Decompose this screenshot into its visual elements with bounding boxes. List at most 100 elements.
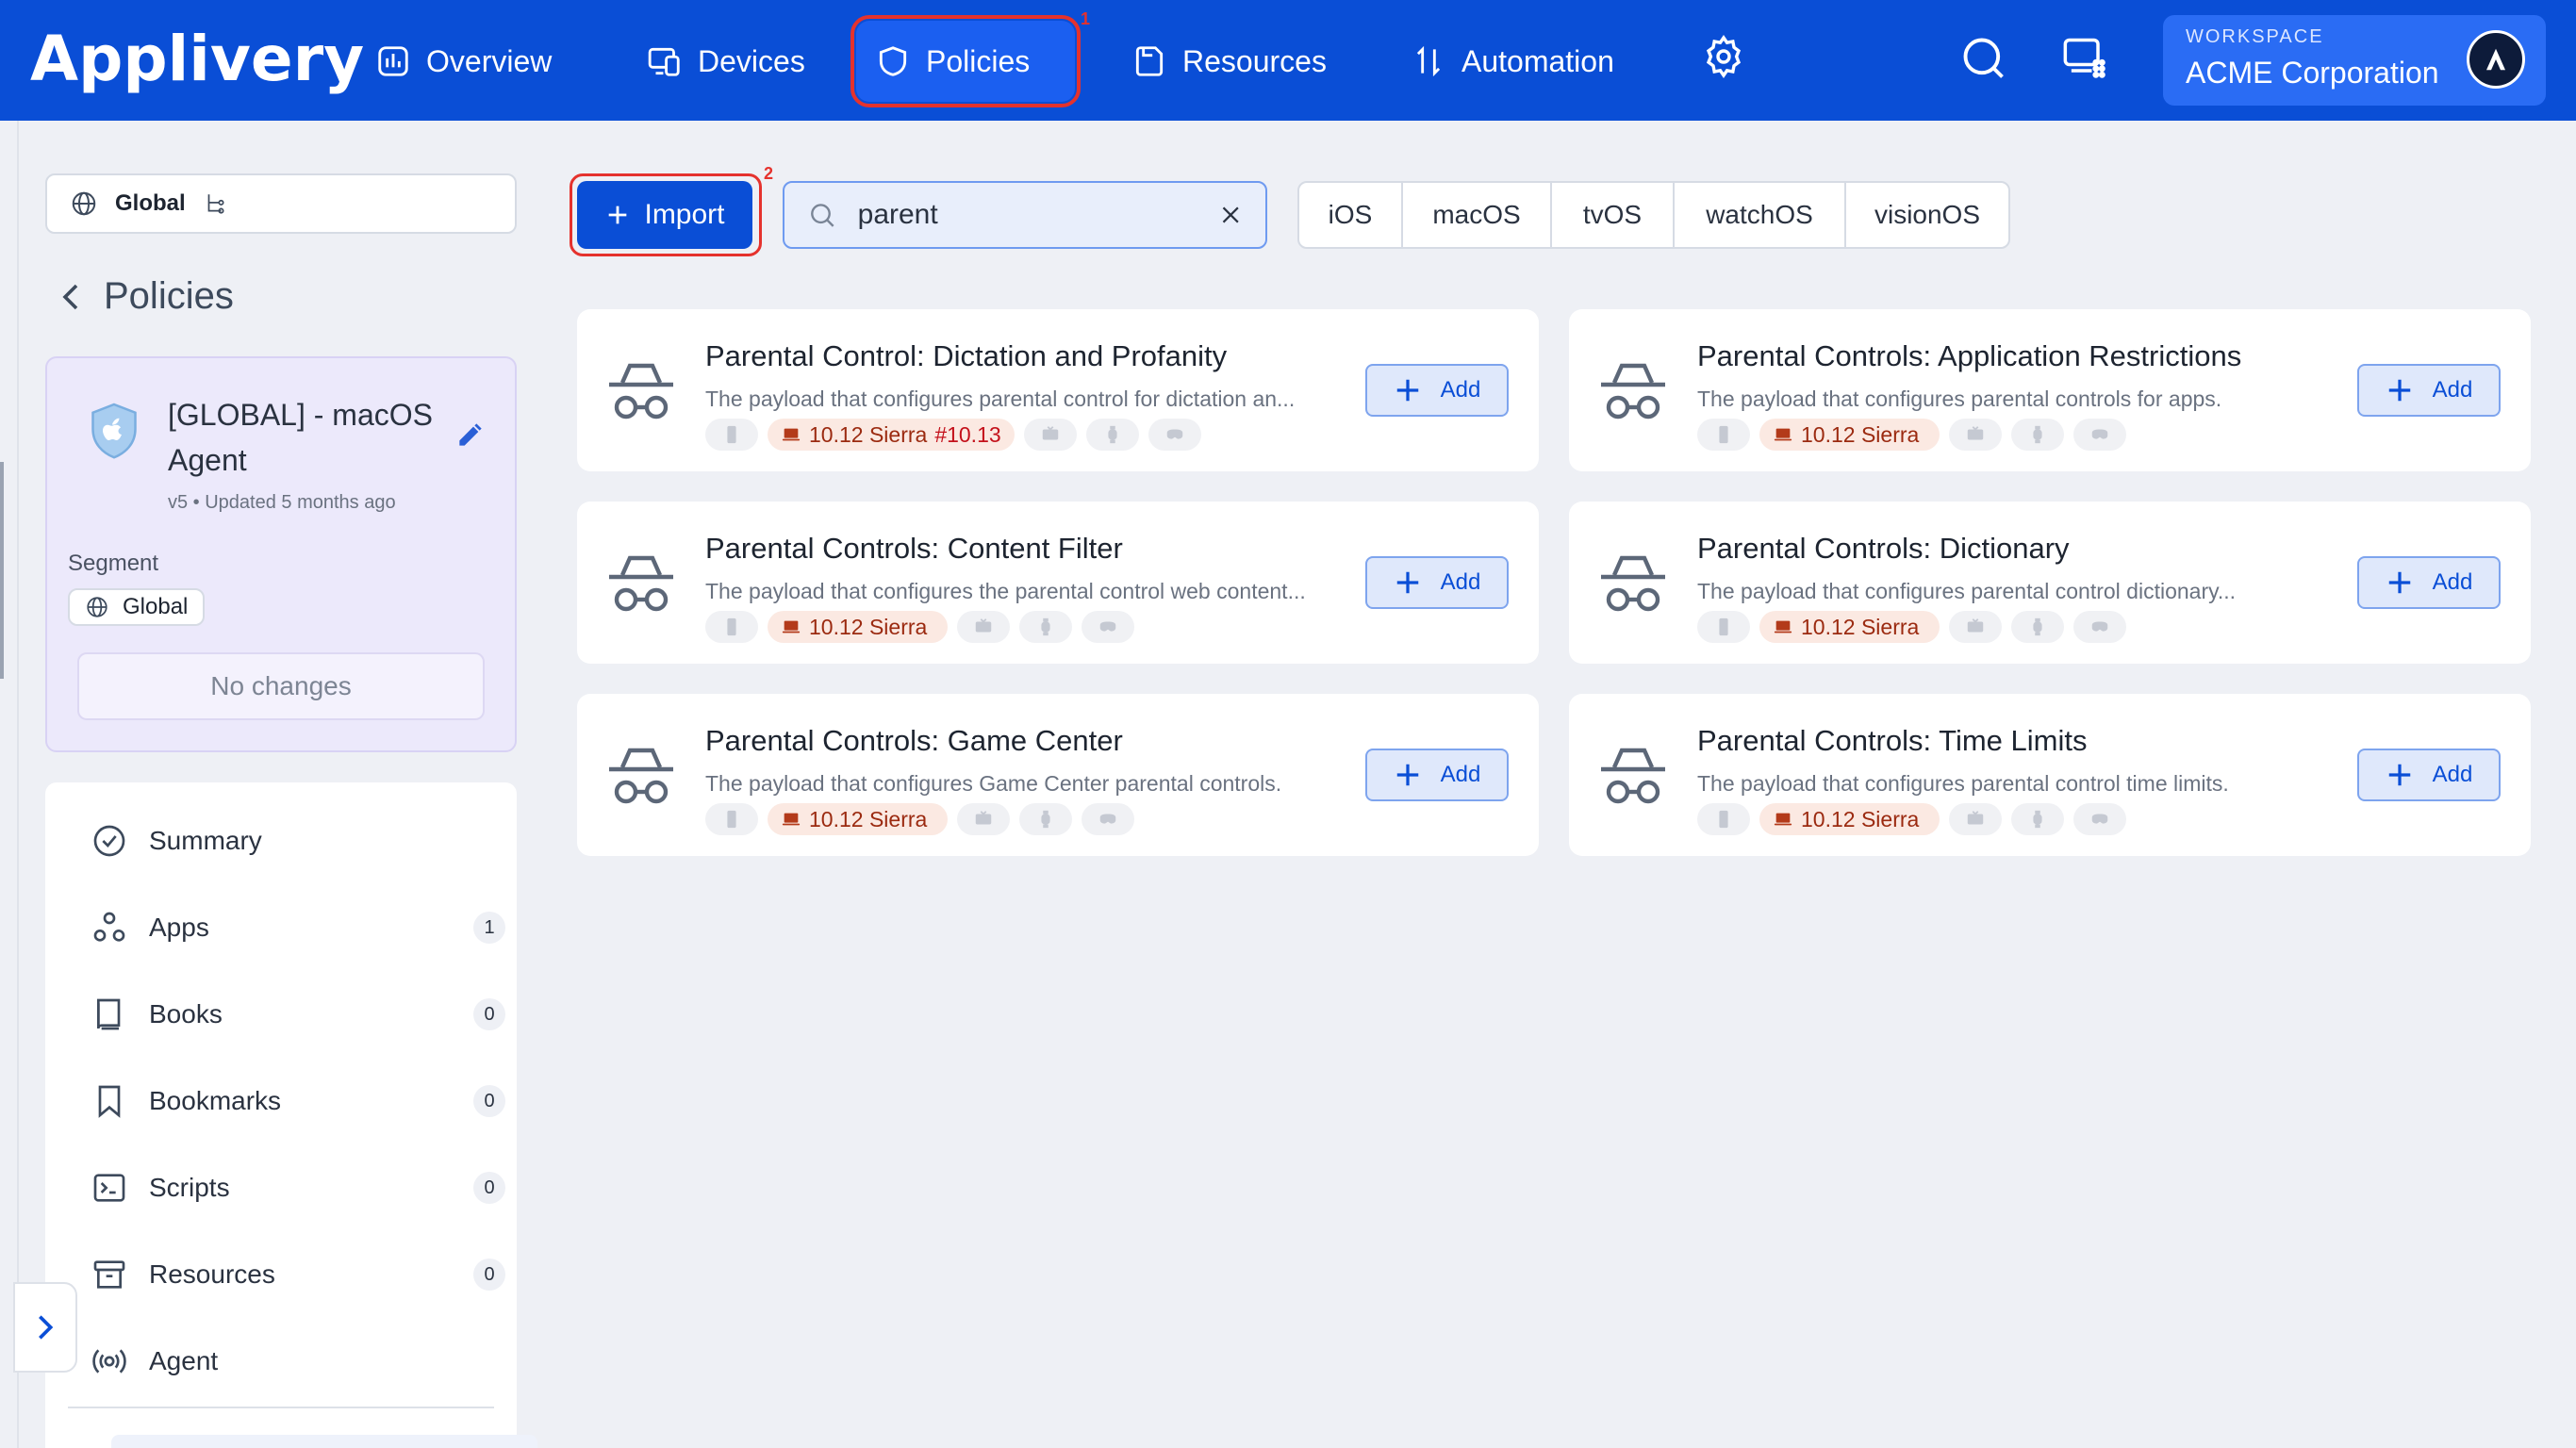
tag-watchos <box>2011 803 2065 835</box>
vision-icon <box>2092 429 2108 439</box>
nav-policies-label: Policies <box>926 43 1031 78</box>
back-to-policies[interactable]: Policies <box>58 275 234 318</box>
menu-item-bookmarks[interactable]: Bookmarks 0 <box>91 1073 505 1129</box>
nav-devices[interactable]: Devices <box>628 21 824 102</box>
segment-badge: Global <box>68 588 206 626</box>
plus-icon <box>1396 764 1418 786</box>
macbook-icon <box>782 620 801 634</box>
tag-watchos <box>1019 803 1073 835</box>
grid-icon[interactable] <box>2061 34 2110 83</box>
tag-macos-version: 10.12 Sierra <box>1801 421 1920 447</box>
app-logo[interactable]: Applivery <box>30 23 364 95</box>
add-button[interactable]: Add <box>1365 556 1509 609</box>
tag-macos-version: 10.12 Sierra <box>809 614 928 639</box>
gear-icon[interactable] <box>1701 34 1746 79</box>
menu-item-resources[interactable]: Resources 0 <box>91 1246 505 1303</box>
check-circle-icon <box>93 825 125 857</box>
tag-macos: 10.12 Sierra <box>768 611 949 643</box>
result-name: Parental Controls: Game Center <box>705 724 1123 757</box>
segment-value: Global <box>123 594 189 619</box>
macbook-icon <box>782 813 801 826</box>
os-filter-watchos[interactable]: watchOS <box>1675 183 1846 247</box>
close-icon[interactable] <box>1218 201 1243 229</box>
import-button[interactable]: Import <box>577 181 752 249</box>
menu-divider <box>68 1407 494 1408</box>
plus-icon <box>2388 379 2410 402</box>
menu-label: Bookmarks <box>149 1086 282 1115</box>
os-filter-tvos[interactable]: tvOS <box>1552 183 1675 247</box>
overview-icon <box>378 46 408 76</box>
add-button[interactable]: Add <box>1365 749 1509 801</box>
result-description: The payload that configures Game Center … <box>705 771 1282 796</box>
search-icon <box>811 204 834 227</box>
tag-macos-version: 10.12 Sierra <box>1801 614 1920 639</box>
sidebar-rail <box>17 121 19 1448</box>
nav-resources-label: Resources <box>1182 43 1327 78</box>
nav-policies[interactable]: Policies <box>850 15 1081 107</box>
os-filter-ios[interactable]: iOS <box>1299 183 1403 247</box>
result-name: Parental Control: Dictation and Profanit… <box>705 339 1228 372</box>
policy-result-card: Parental Controls: Content Filter The pay… <box>577 502 1539 664</box>
plus-icon <box>2388 764 2410 786</box>
broadcast-icon <box>92 1349 126 1374</box>
book-icon <box>97 998 121 1030</box>
workspace-switcher[interactable]: WORKSPACE ACME Corporation <box>2163 15 2546 106</box>
os-filter-visionos[interactable]: visionOS <box>1846 183 2008 247</box>
menu-label: Books <box>149 999 223 1028</box>
menu-item-books[interactable]: Books 0 <box>91 986 505 1043</box>
policy-meta: v5 • Updated 5 months ago <box>168 492 396 513</box>
chevron-left-icon <box>62 284 78 309</box>
menu-item-scripts[interactable]: Scripts 0 <box>91 1160 505 1216</box>
platform-tags: 10.12 Sierra <box>1697 419 2127 451</box>
add-label: Add <box>2432 569 2473 595</box>
result-description: The payload that configures parental con… <box>1697 387 2222 411</box>
menu-count: 0 <box>473 998 505 1030</box>
tag-visionos <box>2073 611 2127 643</box>
macbook-icon <box>782 428 801 441</box>
add-button[interactable]: Add <box>2357 749 2501 801</box>
os-filter-macos[interactable]: macOS <box>1403 183 1552 247</box>
add-button[interactable]: Add <box>2357 556 2501 609</box>
menu-item-apps[interactable]: Apps 1 <box>91 899 505 956</box>
search-icon[interactable] <box>1959 34 2008 83</box>
result-name: Parental Controls: Application Restricti… <box>1697 339 2242 372</box>
tag-visionos <box>1148 419 1201 451</box>
iphone-icon <box>1719 425 1728 444</box>
tag-macos: 10.12 Sierra #10.13 <box>768 419 1015 451</box>
tag-visionos <box>2073 803 2127 835</box>
add-button[interactable]: Add <box>2357 364 2501 417</box>
policy-title: [GLOBAL] - macOS Agent <box>168 398 433 477</box>
tv-icon <box>1968 618 1984 633</box>
platform-tags: 10.12 Sierra <box>1697 611 2127 643</box>
result-name: Parental Controls: Content Filter <box>705 532 1123 565</box>
iphone-icon <box>1719 810 1728 829</box>
add-button[interactable]: Add <box>1365 364 1509 417</box>
add-label: Add <box>1440 762 1481 787</box>
tag-macos-version: 10.12 Sierra <box>809 421 928 447</box>
no-changes-button[interactable]: No changes <box>77 652 485 720</box>
add-label: Add <box>1440 569 1481 595</box>
tag-watchos <box>1085 419 1139 451</box>
edit-icon[interactable] <box>454 420 485 451</box>
menu-item-summary[interactable]: Summary <box>91 813 505 869</box>
tag-ios <box>1697 611 1750 643</box>
devices-icon <box>648 47 680 76</box>
sidebar-expand-toggle[interactable] <box>13 1282 77 1373</box>
watch-icon <box>1041 617 1050 636</box>
scope-selector[interactable]: Global <box>45 173 517 234</box>
annotation-marker-1: 1 <box>1081 9 1091 28</box>
vision-icon <box>1100 621 1116 632</box>
search-input[interactable] <box>857 199 1197 231</box>
tag-ios <box>1697 803 1750 835</box>
tag-ios <box>705 611 758 643</box>
menu-item-agent[interactable]: Agent <box>91 1333 505 1390</box>
menu-label: Agent <box>149 1346 219 1375</box>
search-field[interactable] <box>783 181 1267 249</box>
top-nav-bar: Applivery Overview Devices Policies 1 Re… <box>0 0 2576 121</box>
plus-icon <box>2388 571 2410 594</box>
nav-resources[interactable]: Resources <box>1113 21 1346 102</box>
nav-automation[interactable]: Automation <box>1392 21 1633 102</box>
nav-overview[interactable]: Overview <box>356 21 570 102</box>
nav-overview-label: Overview <box>426 43 553 78</box>
iphone-icon <box>727 425 736 444</box>
